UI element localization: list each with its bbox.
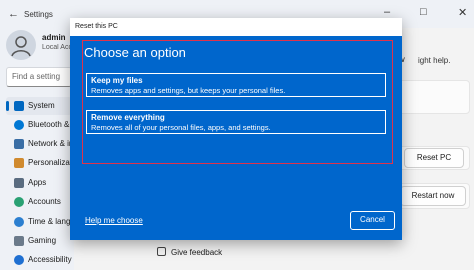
sidebar-item-label: Bluetooth & devices: [28, 120, 72, 129]
gaming-icon: [14, 236, 24, 246]
sidebar-item-system[interactable]: System: [6, 97, 72, 115]
sidebar-item-label: Accessibility: [28, 255, 72, 264]
option-title: Keep my files: [91, 76, 143, 85]
sidebar-item-label: Accounts: [28, 197, 61, 206]
sidebar-item-label: System: [28, 101, 55, 110]
minimize-icon[interactable]: –: [384, 6, 390, 18]
option-title: Remove everything: [91, 113, 165, 122]
remove-everything-option[interactable]: Remove everything Removes all of your pe…: [86, 110, 386, 134]
option-description: Removes all of your personal files, apps…: [91, 123, 271, 132]
search-input[interactable]: Find a setting: [6, 67, 72, 87]
clock-icon: [14, 217, 24, 227]
sidebar-item-accounts[interactable]: Accounts: [6, 193, 72, 211]
sidebar-item-bluetooth[interactable]: Bluetooth & devices: [6, 116, 72, 134]
help-text-partial: ight help.: [418, 56, 451, 65]
reset-pc-dialog: Reset this PC Choose an option Keep my f…: [70, 18, 402, 240]
bluetooth-icon: [14, 120, 24, 130]
restart-now-button[interactable]: Restart now: [400, 186, 466, 206]
dialog-title: Reset this PC: [75, 23, 118, 30]
sidebar-item-accessibility[interactable]: Accessibility: [6, 251, 72, 269]
maximize-icon[interactable]: □: [420, 6, 427, 18]
network-icon: [14, 139, 24, 149]
cancel-button[interactable]: Cancel: [350, 211, 395, 230]
sidebar-item-apps[interactable]: Apps: [6, 174, 72, 192]
give-feedback-link[interactable]: Give feedback: [157, 247, 222, 257]
option-description: Removes apps and settings, but keeps you…: [91, 86, 286, 95]
back-arrow-icon[interactable]: ←: [8, 8, 19, 20]
sidebar-item-label: Apps: [28, 178, 47, 187]
give-feedback-label: Give feedback: [171, 248, 223, 257]
sidebar-item-label: Network & internet: [28, 139, 72, 148]
reset-pc-button[interactable]: Reset PC: [404, 148, 464, 168]
dialog-titlebar: Reset this PC: [70, 18, 402, 36]
close-icon[interactable]: ✕: [458, 6, 467, 19]
keep-my-files-option[interactable]: Keep my files Removes apps and settings,…: [86, 73, 386, 97]
sidebar-item-label: Time & language: [28, 217, 72, 226]
brush-icon: [14, 158, 24, 168]
apps-icon: [14, 178, 24, 188]
accessibility-icon: [14, 255, 24, 265]
feedback-icon: [157, 247, 166, 256]
sidebar-item-network[interactable]: Network & internet: [6, 135, 72, 153]
user-name: admin: [42, 33, 66, 42]
sidebar-item-personalization[interactable]: Personalization: [6, 154, 72, 172]
accounts-icon: [14, 197, 24, 207]
system-icon: [14, 101, 24, 111]
app-title: Settings: [24, 10, 53, 19]
active-indicator: [6, 101, 9, 111]
avatar[interactable]: [6, 30, 36, 60]
sidebar-item-gaming[interactable]: Gaming: [6, 232, 72, 250]
sidebar-item-label: Gaming: [28, 236, 57, 245]
settings-card: [398, 80, 470, 114]
help-me-choose-link[interactable]: Help me choose: [85, 216, 143, 225]
dialog-heading: Choose an option: [84, 45, 186, 60]
user-icon: [11, 36, 31, 57]
sidebar-item-time-language[interactable]: Time & language: [6, 213, 72, 231]
user-account-type: Local Account: [42, 44, 72, 51]
sidebar-item-label: Personalization: [28, 158, 72, 167]
